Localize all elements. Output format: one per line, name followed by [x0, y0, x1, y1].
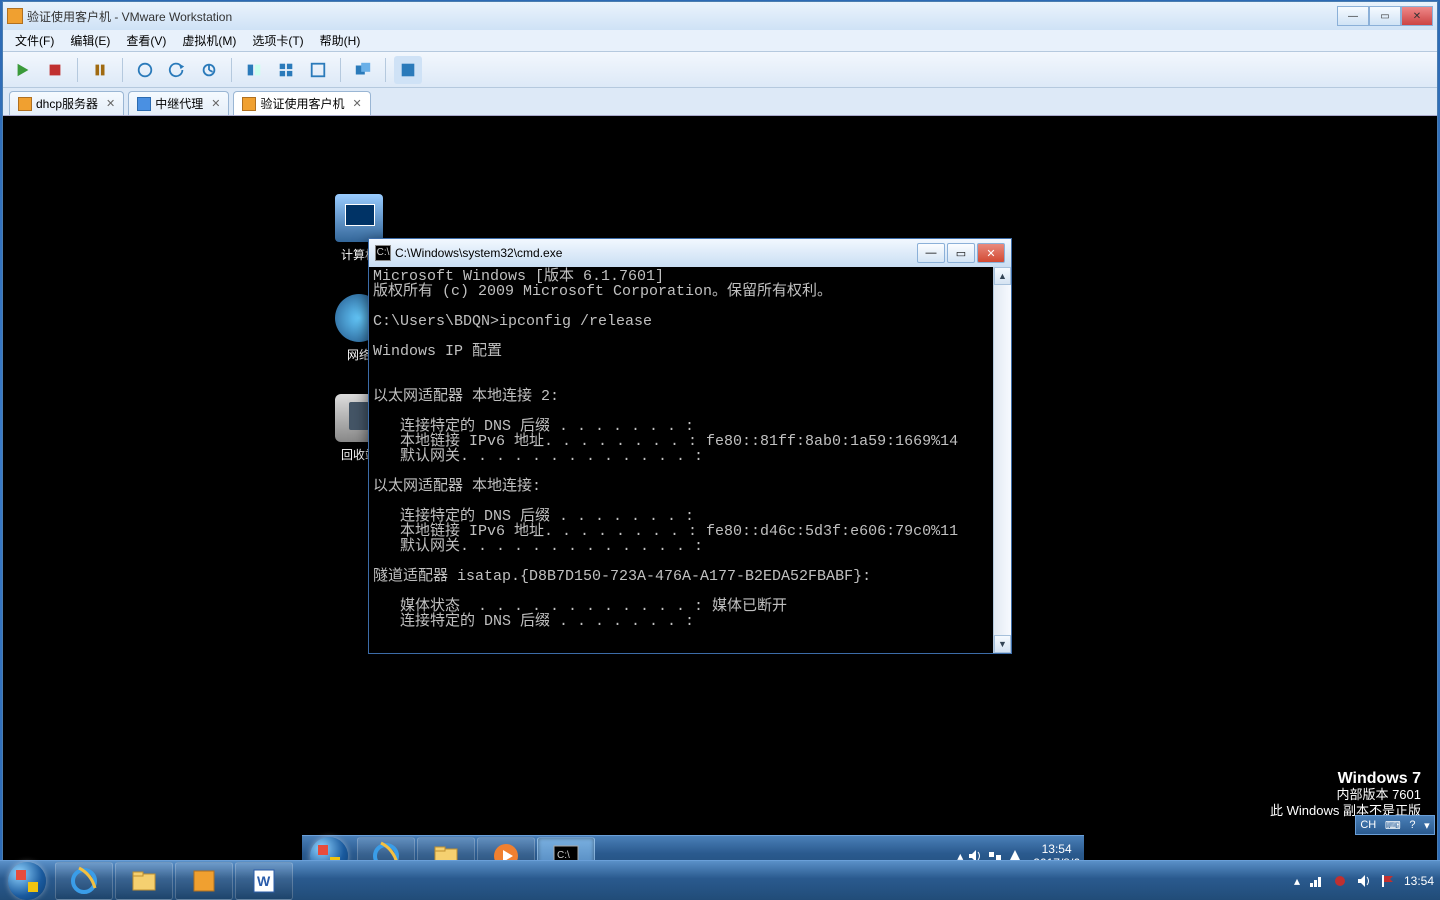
tab-dhcp-server[interactable]: dhcp服务器 ✕ [9, 91, 124, 115]
toolbar-stretch[interactable] [394, 56, 422, 84]
host-tray-action-icon[interactable] [1332, 873, 1348, 889]
maximize-button[interactable]: ▭ [1369, 6, 1401, 26]
tab-label: 中继代理 [155, 95, 203, 112]
tab-label: dhcp服务器 [36, 95, 98, 112]
tab-relay-agent[interactable]: 中继代理 ✕ [128, 91, 229, 115]
cmd-title: C:\Windows\system32\cmd.exe [395, 246, 917, 260]
close-button[interactable]: ✕ [1401, 6, 1433, 26]
language-bar[interactable]: CH ⌨ ? ▾ [1355, 815, 1435, 835]
cmd-window[interactable]: C:\ C:\Windows\system32\cmd.exe — ▭ ✕ Mi… [368, 238, 1012, 654]
host-taskbar-ie[interactable] [55, 862, 113, 900]
windows-orb-icon [8, 862, 46, 900]
minimize-button[interactable]: — [1337, 6, 1369, 26]
menu-view[interactable]: 查看(V) [118, 30, 174, 51]
toolbar-sep [385, 58, 386, 82]
menu-file[interactable]: 文件(F) [7, 30, 62, 51]
host-tray: ▴ 13:54 [1294, 873, 1440, 889]
vm-icon [137, 97, 151, 111]
host-tray-network-icon[interactable] [1308, 873, 1324, 889]
vm-icon [242, 97, 256, 111]
host-taskbar: W ▴ 13:54 [0, 860, 1440, 900]
toolbar-unity[interactable] [349, 56, 377, 84]
toolbar-thumbnail-view[interactable] [272, 56, 300, 84]
watermark-line1: Windows 7 [1270, 771, 1421, 787]
tab-verify-client[interactable]: 验证使用客户机 ✕ [233, 91, 370, 115]
host-start-button[interactable] [0, 861, 54, 900]
window-controls: — ▭ ✕ [1337, 6, 1433, 26]
watermark-line2: 内部版本 7601 [1270, 787, 1421, 803]
keyboard-icon[interactable]: ⌨ [1385, 819, 1401, 832]
vmware-tabbar: dhcp服务器 ✕ 中继代理 ✕ 验证使用客户机 ✕ [3, 88, 1437, 116]
scroll-down-icon[interactable]: ▼ [994, 635, 1011, 653]
vmware-titlebar[interactable]: 验证使用客户机 - VMware Workstation — ▭ ✕ [3, 2, 1437, 30]
toolbar-power-off[interactable] [41, 56, 69, 84]
tab-close-icon[interactable]: ✕ [106, 97, 115, 110]
svg-text:C:\: C:\ [557, 850, 570, 861]
toolbar-sep [340, 58, 341, 82]
toolbar-sep [231, 58, 232, 82]
computer-icon [335, 194, 383, 242]
vm-icon [18, 97, 32, 111]
cmd-icon: C:\ [375, 245, 391, 261]
host-tray-volume-icon[interactable] [1356, 873, 1372, 889]
tab-close-icon[interactable]: ✕ [353, 97, 362, 110]
toolbar-revert[interactable] [163, 56, 191, 84]
clock-time: 13:54 [1033, 842, 1080, 856]
toolbar-snapshot[interactable] [131, 56, 159, 84]
toolbar-console-view[interactable] [240, 56, 268, 84]
tab-label: 验证使用客户机 [260, 95, 344, 112]
options-icon[interactable]: ▾ [1424, 819, 1430, 832]
svg-text:W: W [257, 873, 271, 889]
vmware-toolbar [3, 52, 1437, 88]
cmd-minimize-button[interactable]: — [917, 243, 945, 263]
menu-help[interactable]: 帮助(H) [312, 30, 369, 51]
cmd-body[interactable]: Microsoft Windows [版本 6.1.7601] 版权所有 (c)… [369, 267, 1011, 653]
host-taskbar-explorer[interactable] [115, 862, 173, 900]
lang-indicator[interactable]: CH [1360, 819, 1376, 831]
host-tray-flag-icon[interactable] [1380, 873, 1396, 889]
vmware-icon [7, 8, 23, 24]
menu-vm[interactable]: 虚拟机(M) [174, 30, 244, 51]
vmware-title: 验证使用客户机 - VMware Workstation [27, 8, 1337, 25]
toolbar-sep [77, 58, 78, 82]
host-taskbar-word[interactable]: W [235, 862, 293, 900]
cmd-close-button[interactable]: ✕ [977, 243, 1005, 263]
help-icon[interactable]: ? [1409, 819, 1415, 831]
windows-watermark: Windows 7 内部版本 7601 此 Windows 副本不是正版 [1270, 771, 1421, 819]
toolbar-suspend[interactable] [86, 56, 114, 84]
menu-tabs[interactable]: 选项卡(T) [244, 30, 311, 51]
host-clock[interactable]: 13:54 [1404, 874, 1434, 888]
tab-close-icon[interactable]: ✕ [211, 97, 220, 110]
toolbar-fullscreen[interactable] [304, 56, 332, 84]
vmware-menubar: 文件(F) 编辑(E) 查看(V) 虚拟机(M) 选项卡(T) 帮助(H) [3, 30, 1437, 52]
guest-display[interactable]: 计算机 网络 回收站 C:\ C:\Windows\system32\cmd.e… [3, 116, 1437, 875]
cmd-maximize-button[interactable]: ▭ [947, 243, 975, 263]
cmd-window-controls: — ▭ ✕ [917, 243, 1005, 263]
toolbar-power-on[interactable] [9, 56, 37, 84]
toolbar-sep [122, 58, 123, 82]
menu-edit[interactable]: 编辑(E) [62, 30, 118, 51]
cmd-titlebar[interactable]: C:\ C:\Windows\system32\cmd.exe — ▭ ✕ [369, 239, 1011, 267]
vmware-window: 验证使用客户机 - VMware Workstation — ▭ ✕ 文件(F)… [2, 1, 1438, 896]
toolbar-manage-snapshot[interactable] [195, 56, 223, 84]
cmd-scrollbar[interactable]: ▲ ▼ [993, 267, 1011, 653]
host-tray-show-hidden-icon[interactable]: ▴ [1294, 874, 1300, 888]
host-taskbar-vmware[interactable] [175, 862, 233, 900]
scroll-up-icon[interactable]: ▲ [994, 267, 1011, 285]
cmd-output: Microsoft Windows [版本 6.1.7601] 版权所有 (c)… [373, 269, 1007, 629]
